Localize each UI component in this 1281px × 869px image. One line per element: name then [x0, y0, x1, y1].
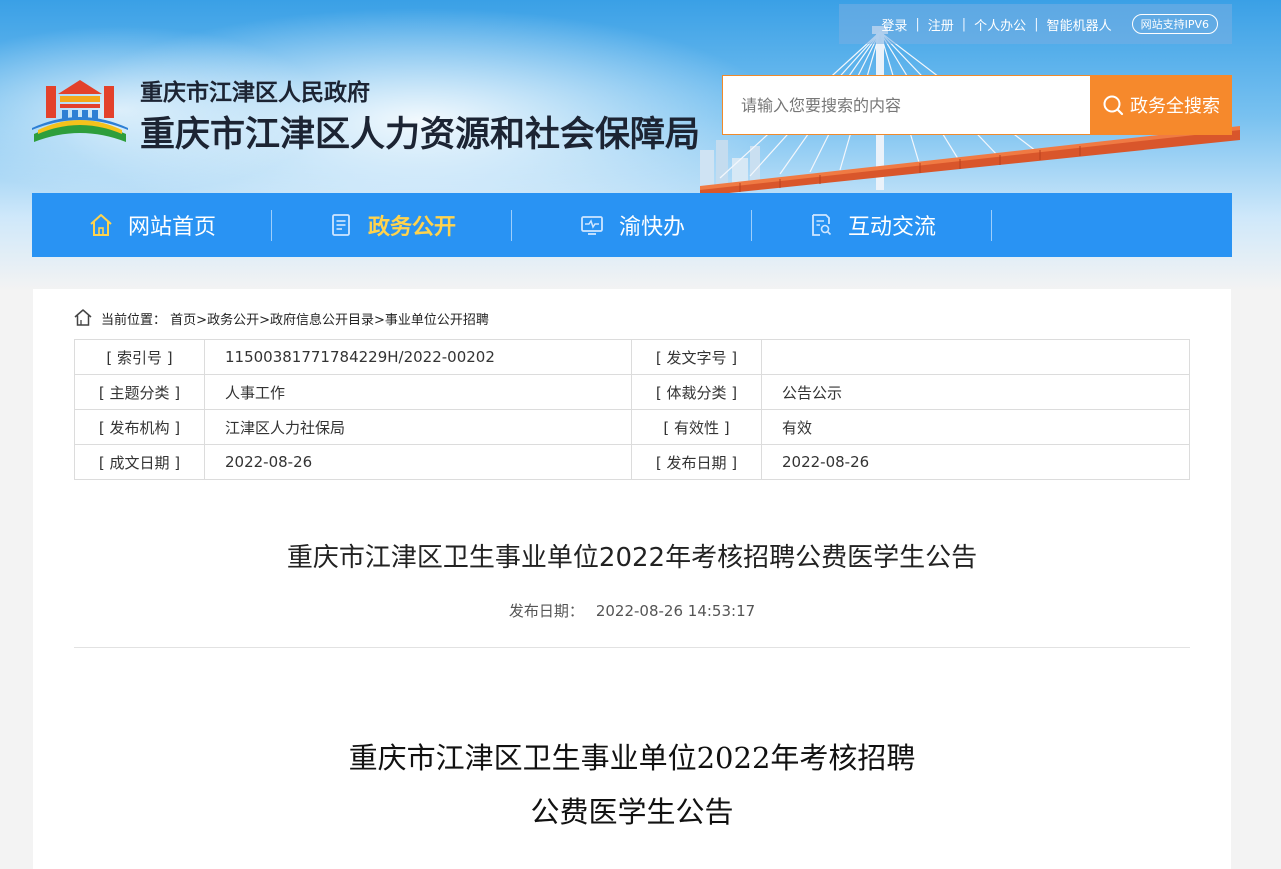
meta-key-publish-date: [ 发布日期 ] — [631, 444, 762, 480]
meta-key-genre: [ 体裁分类 ] — [631, 374, 762, 410]
search-icon — [1103, 95, 1124, 116]
breadcrumb-label: 当前位置： — [101, 312, 167, 328]
site-title-big: 重庆市江津区人力资源和社会保障局 — [140, 115, 701, 154]
nav-item-label: 网站首页 — [127, 215, 216, 240]
breadcrumb-info-catalog[interactable]: 政府信息公开目录 — [270, 313, 374, 328]
main-nav: 网站首页 政务公开 渝快办 互动交流 — [32, 193, 1232, 257]
nav-item-yukuaiban[interactable]: 渝快办 — [512, 193, 752, 257]
nav-item-label: 渝快办 — [618, 215, 685, 240]
article-body-title-line1: 重庆市江津区卫生事业单位2022年考核招聘 — [348, 741, 916, 775]
search-box: 政务全搜索 — [722, 75, 1232, 135]
breadcrumb-recruitment[interactable]: 事业单位公开招聘 — [385, 313, 489, 328]
chat-search-icon — [812, 214, 832, 236]
government-building-logo — [32, 80, 128, 142]
article-date-value: 2022-08-26 14:53:17 — [595, 602, 756, 620]
personal-office-link[interactable]: 个人办公 — [974, 15, 1026, 34]
article-title: 重庆市江津区卫生事业单位2022年考核招聘公费医学生公告 — [286, 543, 978, 573]
content-panel: 当前位置： 首页>政务公开>政府信息公开目录>事业单位公开招聘 [ 索引号 ] … — [33, 289, 1231, 869]
meta-key-validity: [ 有效性 ] — [631, 409, 762, 445]
search-button[interactable]: 政务全搜索 — [1090, 75, 1232, 135]
divider — [74, 647, 1190, 648]
meta-value-index: 11500381771784229H/2022-00202 — [204, 339, 632, 375]
breadcrumb-separator: > — [374, 312, 385, 328]
breadcrumb-home[interactable]: 首页 — [170, 313, 196, 328]
meta-value-doc-number — [761, 339, 1190, 375]
search-input[interactable] — [722, 75, 1090, 135]
meta-value-topic: 人事工作 — [204, 374, 632, 410]
table-row: [ 发布机构 ] 江津区人力社保局 [ 有效性 ] 有效 — [74, 409, 1190, 445]
meta-key-written-date: [ 成文日期 ] — [74, 444, 205, 480]
ipv6-badge: 网站支持IPV6 — [1131, 14, 1218, 34]
search-button-label: 政务全搜索 — [1130, 96, 1220, 117]
register-link[interactable]: 注册 — [928, 15, 954, 34]
home-icon — [90, 214, 112, 236]
nav-item-gov-affairs[interactable]: 政务公开 — [272, 193, 512, 257]
breadcrumb-separator: > — [259, 312, 270, 328]
meta-key-index: [ 索引号 ] — [74, 339, 205, 375]
meta-value-genre: 公告公示 — [761, 374, 1190, 410]
article-date-label: 发布日期： — [508, 602, 584, 620]
nav-item-label: 政务公开 — [367, 215, 456, 240]
nav-item-label: 互动交流 — [847, 215, 936, 240]
top-link-separator: | — [1034, 16, 1039, 32]
table-row: [ 主题分类 ] 人事工作 [ 体裁分类 ] 公告公示 — [74, 374, 1190, 410]
breadcrumb: 当前位置： 首页>政务公开>政府信息公开目录>事业单位公开招聘 — [73, 308, 489, 328]
top-link-separator: | — [915, 16, 920, 32]
top-link-separator: | — [961, 16, 967, 32]
document-metadata-table: [ 索引号 ] 11500381771784229H/2022-00202 [ … — [74, 339, 1190, 480]
breadcrumb-separator: > — [196, 312, 208, 328]
smart-robot-link[interactable]: 智能机器人 — [1047, 15, 1112, 34]
article-body-title-line2: 公费医学生公告 — [530, 795, 734, 829]
top-links-bar: 登录 | 注册 | 个人办公 | 智能机器人 网站支持IPV6 — [839, 4, 1232, 44]
table-row: [ 索引号 ] 11500381771784229H/2022-00202 [ … — [74, 339, 1190, 375]
home-outline-icon — [74, 309, 92, 326]
nav-item-interaction[interactable]: 互动交流 — [752, 193, 992, 257]
meta-value-publish-date: 2022-08-26 — [761, 444, 1190, 480]
login-link[interactable]: 登录 — [881, 15, 907, 34]
meta-value-validity: 有效 — [761, 409, 1190, 445]
nav-item-home[interactable]: 网站首页 — [32, 193, 272, 257]
table-row: [ 成文日期 ] 2022-08-26 [ 发布日期 ] 2022-08-26 — [74, 444, 1190, 480]
meta-key-topic: [ 主题分类 ] — [74, 374, 205, 410]
document-icon — [332, 214, 350, 236]
breadcrumb-gov-affairs[interactable]: 政务公开 — [207, 313, 259, 328]
site-title-small: 重庆市江津区人民政府 — [140, 79, 370, 105]
meta-key-publisher: [ 发布机构 ] — [74, 409, 205, 445]
meta-value-publisher: 江津区人力社保局 — [204, 409, 632, 445]
meta-key-doc-number: [ 发文字号 ] — [631, 339, 762, 375]
article-publish-date: 发布日期： 2022-08-26 14:53:17 — [33, 600, 1231, 621]
meta-value-written-date: 2022-08-26 — [204, 444, 632, 480]
monitor-icon — [581, 216, 603, 235]
